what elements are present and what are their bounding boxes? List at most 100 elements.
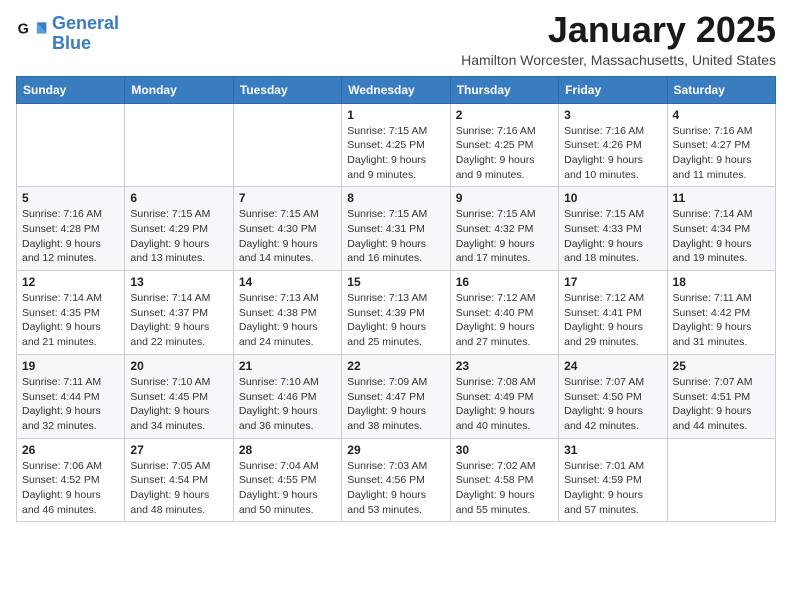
weekday-header-tuesday: Tuesday: [233, 76, 341, 103]
day-cell: 2 Sunrise: 7:16 AM Sunset: 4:25 PM Daylig…: [450, 103, 558, 187]
weekday-header-monday: Monday: [125, 76, 233, 103]
day-cell: 16Sunrise: 7:12 AM Sunset: 4:40 PM Dayli…: [450, 271, 558, 355]
day-number: 25: [673, 359, 770, 373]
day-number: 19: [22, 359, 119, 373]
day-number: 21: [239, 359, 336, 373]
day-cell: 5 Sunrise: 7:16 AM Sunset: 4:28 PM Daylig…: [17, 187, 125, 271]
day-info: Sunrise: 7:15 AM Sunset: 4:25 PM Dayligh…: [347, 124, 444, 183]
day-info: Sunrise: 7:15 AM Sunset: 4:30 PM Dayligh…: [239, 207, 336, 266]
day-number: 15: [347, 275, 444, 289]
logo-line1: General: [52, 13, 119, 33]
day-cell: 17Sunrise: 7:12 AM Sunset: 4:41 PM Dayli…: [559, 271, 667, 355]
day-info: Sunrise: 7:16 AM Sunset: 4:28 PM Dayligh…: [22, 207, 119, 266]
day-info: Sunrise: 7:15 AM Sunset: 4:33 PM Dayligh…: [564, 207, 661, 266]
day-cell: 18 Sunrise: 7:11 AM Sunset: 4:42 PM Dayli…: [667, 271, 775, 355]
day-cell: 23Sunrise: 7:08 AM Sunset: 4:49 PM Dayli…: [450, 354, 558, 438]
weekday-header-friday: Friday: [559, 76, 667, 103]
day-cell: 1 Sunrise: 7:15 AM Sunset: 4:25 PM Daylig…: [342, 103, 450, 187]
weekday-header-wednesday: Wednesday: [342, 76, 450, 103]
day-number: 7: [239, 191, 336, 205]
day-cell: 19 Sunrise: 7:11 AM Sunset: 4:44 PM Dayli…: [17, 354, 125, 438]
day-number: 26: [22, 443, 119, 457]
day-info: Sunrise: 7:10 AM Sunset: 4:45 PM Dayligh…: [130, 375, 227, 434]
day-info: Sunrise: 7:12 AM Sunset: 4:40 PM Dayligh…: [456, 291, 553, 350]
day-cell: 4Sunrise: 7:16 AM Sunset: 4:27 PM Daylig…: [667, 103, 775, 187]
day-cell: [125, 103, 233, 187]
day-number: 10: [564, 191, 661, 205]
day-number: 28: [239, 443, 336, 457]
week-row-1: 1 Sunrise: 7:15 AM Sunset: 4:25 PM Daylig…: [17, 103, 776, 187]
day-cell: 27Sunrise: 7:05 AM Sunset: 4:54 PM Dayli…: [125, 438, 233, 522]
day-info: Sunrise: 7:06 AM Sunset: 4:52 PM Dayligh…: [22, 459, 119, 518]
day-info: Sunrise: 7:07 AM Sunset: 4:50 PM Dayligh…: [564, 375, 661, 434]
day-info: Sunrise: 7:11 AM Sunset: 4:44 PM Dayligh…: [22, 375, 119, 434]
day-cell: 21 Sunrise: 7:10 AM Sunset: 4:46 PM Dayli…: [233, 354, 341, 438]
day-number: 13: [130, 275, 227, 289]
day-cell: 3Sunrise: 7:16 AM Sunset: 4:26 PM Daylig…: [559, 103, 667, 187]
day-info: Sunrise: 7:13 AM Sunset: 4:38 PM Dayligh…: [239, 291, 336, 350]
day-cell: 30 Sunrise: 7:02 AM Sunset: 4:58 PM Dayli…: [450, 438, 558, 522]
day-number: 17: [564, 275, 661, 289]
header: G General Blue January 2025 Hamilton Wor…: [16, 10, 776, 68]
logo-icon: G: [16, 16, 48, 48]
day-number: 23: [456, 359, 553, 373]
day-info: Sunrise: 7:02 AM Sunset: 4:58 PM Dayligh…: [456, 459, 553, 518]
day-info: Sunrise: 7:05 AM Sunset: 4:54 PM Dayligh…: [130, 459, 227, 518]
day-number: 1: [347, 108, 444, 122]
day-info: Sunrise: 7:11 AM Sunset: 4:42 PM Dayligh…: [673, 291, 770, 350]
svg-text:G: G: [18, 21, 29, 37]
day-number: 14: [239, 275, 336, 289]
day-cell: 10 Sunrise: 7:15 AM Sunset: 4:33 PM Dayli…: [559, 187, 667, 271]
day-number: 24: [564, 359, 661, 373]
day-info: Sunrise: 7:03 AM Sunset: 4:56 PM Dayligh…: [347, 459, 444, 518]
day-cell: 7 Sunrise: 7:15 AM Sunset: 4:30 PM Daylig…: [233, 187, 341, 271]
day-info: Sunrise: 7:04 AM Sunset: 4:55 PM Dayligh…: [239, 459, 336, 518]
day-cell: 9Sunrise: 7:15 AM Sunset: 4:32 PM Daylig…: [450, 187, 558, 271]
day-cell: 11 Sunrise: 7:14 AM Sunset: 4:34 PM Dayli…: [667, 187, 775, 271]
logo: G General Blue: [16, 14, 119, 54]
day-cell: 22 Sunrise: 7:09 AM Sunset: 4:47 PM Dayli…: [342, 354, 450, 438]
weekday-header-thursday: Thursday: [450, 76, 558, 103]
location: Hamilton Worcester, Massachusetts, Unite…: [461, 52, 776, 68]
weekday-header-saturday: Saturday: [667, 76, 775, 103]
day-info: Sunrise: 7:16 AM Sunset: 4:27 PM Dayligh…: [673, 124, 770, 183]
day-info: Sunrise: 7:09 AM Sunset: 4:47 PM Dayligh…: [347, 375, 444, 434]
day-info: Sunrise: 7:14 AM Sunset: 4:37 PM Dayligh…: [130, 291, 227, 350]
weekday-header-sunday: Sunday: [17, 76, 125, 103]
day-cell: [667, 438, 775, 522]
day-number: 31: [564, 443, 661, 457]
logo-line2: Blue: [52, 33, 91, 53]
day-number: 22: [347, 359, 444, 373]
day-info: Sunrise: 7:10 AM Sunset: 4:46 PM Dayligh…: [239, 375, 336, 434]
day-number: 6: [130, 191, 227, 205]
day-number: 12: [22, 275, 119, 289]
day-cell: 31Sunrise: 7:01 AM Sunset: 4:59 PM Dayli…: [559, 438, 667, 522]
day-number: 9: [456, 191, 553, 205]
day-info: Sunrise: 7:14 AM Sunset: 4:34 PM Dayligh…: [673, 207, 770, 266]
week-row-4: 19 Sunrise: 7:11 AM Sunset: 4:44 PM Dayli…: [17, 354, 776, 438]
weekday-header-row: SundayMondayTuesdayWednesdayThursdayFrid…: [17, 76, 776, 103]
day-number: 8: [347, 191, 444, 205]
day-number: 5: [22, 191, 119, 205]
day-number: 18: [673, 275, 770, 289]
day-info: Sunrise: 7:16 AM Sunset: 4:25 PM Dayligh…: [456, 124, 553, 183]
day-number: 20: [130, 359, 227, 373]
day-info: Sunrise: 7:13 AM Sunset: 4:39 PM Dayligh…: [347, 291, 444, 350]
day-number: 2: [456, 108, 553, 122]
day-cell: 12Sunrise: 7:14 AM Sunset: 4:35 PM Dayli…: [17, 271, 125, 355]
day-number: 11: [673, 191, 770, 205]
day-number: 30: [456, 443, 553, 457]
day-info: Sunrise: 7:15 AM Sunset: 4:29 PM Dayligh…: [130, 207, 227, 266]
day-cell: [17, 103, 125, 187]
month-title: January 2025: [461, 10, 776, 50]
day-cell: 24 Sunrise: 7:07 AM Sunset: 4:50 PM Dayli…: [559, 354, 667, 438]
day-cell: 20 Sunrise: 7:10 AM Sunset: 4:45 PM Dayli…: [125, 354, 233, 438]
day-cell: 25 Sunrise: 7:07 AM Sunset: 4:51 PM Dayli…: [667, 354, 775, 438]
day-number: 3: [564, 108, 661, 122]
day-cell: 28 Sunrise: 7:04 AM Sunset: 4:55 PM Dayli…: [233, 438, 341, 522]
week-row-3: 12Sunrise: 7:14 AM Sunset: 4:35 PM Dayli…: [17, 271, 776, 355]
day-cell: 26 Sunrise: 7:06 AM Sunset: 4:52 PM Dayli…: [17, 438, 125, 522]
day-cell: [233, 103, 341, 187]
day-info: Sunrise: 7:07 AM Sunset: 4:51 PM Dayligh…: [673, 375, 770, 434]
calendar: SundayMondayTuesdayWednesdayThursdayFrid…: [16, 76, 776, 523]
